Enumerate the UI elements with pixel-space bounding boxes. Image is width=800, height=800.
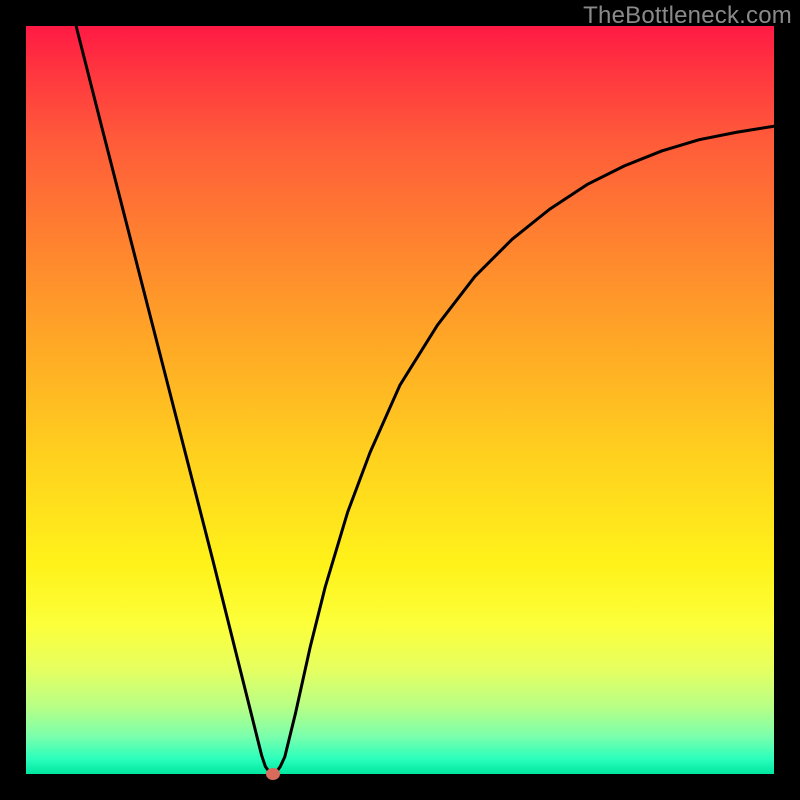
- chart-plot: [26, 26, 774, 774]
- chart-curve: [76, 26, 774, 774]
- chart-frame: [26, 26, 774, 774]
- chart-marker-dot: [266, 768, 280, 780]
